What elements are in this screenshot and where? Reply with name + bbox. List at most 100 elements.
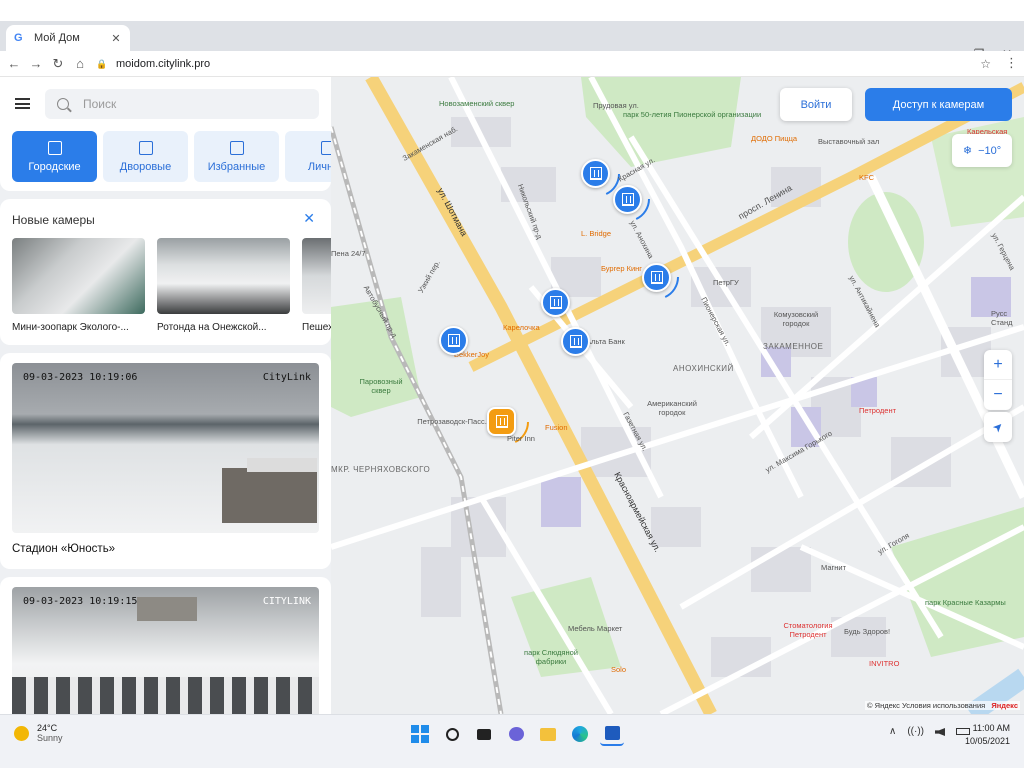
camera-marker[interactable] <box>439 326 468 355</box>
camera-timestamp: 09-03-2023 10:19:06 <box>23 372 138 383</box>
camera-marker[interactable] <box>581 159 610 188</box>
map-label: ДОДО Пицца <box>751 134 798 143</box>
snowy-roof-shape <box>247 458 317 472</box>
store-icon[interactable] <box>600 722 624 746</box>
store-bag <box>604 726 620 740</box>
edge-icon[interactable] <box>568 722 592 746</box>
tab-strip: G Мой Дом ✕ + ⌄ — ❐ ✕ <box>0 21 1024 65</box>
volume-icon[interactable] <box>934 728 945 736</box>
camera-cluster-marker[interactable] <box>487 407 516 436</box>
tray-chevron-icon[interactable]: ∧ <box>889 726 896 737</box>
tab-yard[interactable]: Дворовые <box>103 131 188 182</box>
tab-label: Городские <box>28 160 81 173</box>
camera-thumb[interactable]: Мини-зоопарк Эколого-... <box>12 238 145 333</box>
camera-marker[interactable] <box>541 288 570 317</box>
zoom-out-button[interactable]: − <box>984 380 1012 410</box>
file-explorer-icon[interactable] <box>536 722 560 746</box>
reload-button[interactable]: ↻ <box>49 55 67 73</box>
close-tab-icon[interactable]: ✕ <box>110 32 122 45</box>
map-label: МКР. ЧЕРНЯХОВСКОГО <box>331 465 431 474</box>
new-cameras-list: Мини-зоопарк Эколого-... Ротонда на Онеж… <box>12 238 331 333</box>
browser-window: G Мой Дом ✕ + ⌄ — ❐ ✕ ← → ↻ ⌂ 🔒 moidom.c… <box>0 0 1024 768</box>
tab-favorites[interactable]: Избранные <box>194 131 279 182</box>
weather-temperature: −10° <box>978 144 1002 157</box>
camera-thumb[interactable]: Ротонда на Онежской... <box>157 238 290 333</box>
tab-label: Избранные <box>207 160 266 173</box>
tab-title: Мой Дом <box>34 32 80 44</box>
tab-label: Личные <box>307 160 331 173</box>
city-building-icon <box>569 335 582 348</box>
camera-preview-image <box>157 238 290 314</box>
login-button[interactable]: Войти <box>780 88 852 121</box>
taskbar-weather[interactable]: 24°C Sunny <box>14 723 63 743</box>
chat-icon[interactable] <box>504 722 528 746</box>
city-building-icon <box>447 334 460 347</box>
map-label: Fusion <box>545 423 568 432</box>
forward-button[interactable]: → <box>27 55 45 73</box>
search-input[interactable]: Поиск <box>45 89 319 119</box>
camera-access-button[interactable]: Доступ к камерам <box>865 88 1012 121</box>
map-label: KFC <box>859 173 874 182</box>
task-view-icon[interactable] <box>472 722 496 746</box>
task-view-shape <box>477 728 491 740</box>
city-building-icon <box>650 271 663 284</box>
search-icon[interactable] <box>440 722 464 746</box>
map-label: Прудовая ул. <box>593 101 639 110</box>
map-label: Карелочка <box>503 323 540 332</box>
camera-marker[interactable] <box>561 327 590 356</box>
snowflake-icon: ❄ <box>962 145 973 157</box>
map-label: Магнит <box>821 563 847 572</box>
clock-date: 10/05/2021 <box>964 736 1010 746</box>
wifi-icon[interactable]: ((·)) <box>907 726 924 737</box>
hamburger-menu-icon[interactable] <box>15 98 30 109</box>
sidebar-header-card: Поиск Городские Дворовые Избранные Личн <box>0 77 331 191</box>
camera-watermark: CITYLINK <box>262 596 311 607</box>
camera-group-icon <box>495 415 508 428</box>
camera-caption: Ротонда на Онежской... <box>157 322 267 333</box>
weather-widget[interactable]: ❄ −10° <box>952 134 1012 167</box>
home-button[interactable]: ⌂ <box>71 55 89 73</box>
map-label: Петродент <box>859 406 897 415</box>
camera-caption: Мини-зоопарк Эколого-... <box>12 322 129 333</box>
map-label: Solo <box>611 665 627 674</box>
camera-thumb[interactable]: Пешеходная... <box>302 238 331 333</box>
edge-logo <box>572 726 588 742</box>
browser-menu-icon[interactable]: ⋮ <box>1005 55 1018 71</box>
camera-card[interactable]: 09-03-2023 10:19:15 CITYLINK <box>0 577 331 714</box>
map[interactable]: Новозаменский сквер парк 50-летия Пионер… <box>331 77 1024 714</box>
camera-card[interactable]: 09-03-2023 10:19:06 CityLink Стадион «Юн… <box>0 353 331 569</box>
new-cameras-card: Новые камеры ✕ Мини-зоопарк Эколого-... … <box>0 199 331 345</box>
window-top-bar <box>0 0 1024 21</box>
zoom-in-button[interactable]: + <box>984 350 1012 380</box>
tab-city[interactable]: Городские <box>12 131 97 182</box>
close-icon[interactable]: ✕ <box>303 210 315 227</box>
camera-marker[interactable] <box>613 185 642 214</box>
address-bar[interactable]: 🔒 moidom.citylink.pro ☆ <box>96 54 1001 74</box>
map-label: парк Слюдяной фабрики <box>524 648 578 666</box>
city-building-icon <box>549 296 562 309</box>
back-button[interactable]: ← <box>5 55 23 73</box>
city-building-icon <box>47 140 62 155</box>
bookmark-star-icon[interactable]: ☆ <box>980 57 991 71</box>
lock-icon: 🔒 <box>96 58 108 69</box>
map-label: Будь Здоров! <box>844 627 891 636</box>
logo-tile <box>411 734 420 743</box>
map-label: Комузовский городок <box>773 310 819 328</box>
tab-personal[interactable]: Личные <box>285 131 331 182</box>
start-icon[interactable] <box>408 722 432 746</box>
camera-watermark: CityLink <box>262 372 311 383</box>
logo-tile <box>420 725 429 734</box>
camera-marker[interactable] <box>642 263 671 292</box>
tab-moi-dom[interactable]: G Мой Дом ✕ <box>6 25 130 51</box>
locate-me-button[interactable]: ➤ <box>984 412 1012 442</box>
windows-logo <box>411 725 429 743</box>
map-label: Альта Банк <box>586 337 625 346</box>
map-attribution: © Яндекс Условия использования Яндекс <box>865 701 1020 710</box>
attribution-text[interactable]: © Яндекс Условия использования <box>867 701 985 710</box>
city-building-icon <box>589 167 602 180</box>
sidebar: Поиск Городские Дворовые Избранные Личн <box>0 77 331 714</box>
search-lens <box>445 727 459 741</box>
map-label: Петрозаводск-Пасс. <box>417 417 487 426</box>
system-clock[interactable]: 11:00 AM 10/05/2021 <box>965 722 1010 748</box>
clock-time: 11:00 AM <box>972 723 1010 733</box>
